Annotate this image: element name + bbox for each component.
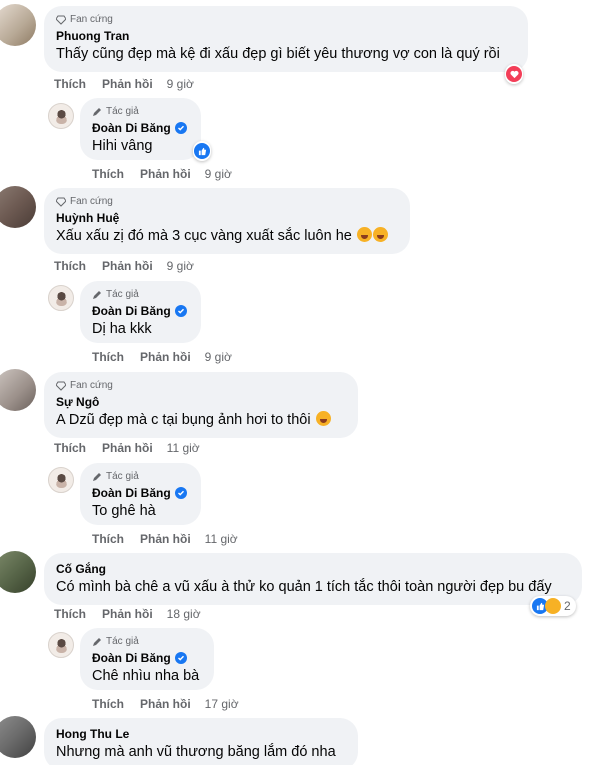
- commenter-name[interactable]: Sự Ngô: [56, 394, 346, 410]
- timestamp[interactable]: 18 giờ: [167, 607, 201, 621]
- reply-bubble: Tác giả Đoàn Di Băng Chê nhìu nha bà: [80, 628, 214, 690]
- avatar[interactable]: [0, 369, 36, 411]
- fan-badge: Fan cứng: [56, 13, 516, 26]
- reply-actions: Thích Phản hồi 9 giờ: [92, 349, 232, 365]
- reply-button[interactable]: Phản hồi: [140, 167, 191, 181]
- reply-text: To ghê hà: [92, 503, 156, 519]
- avatar[interactable]: [0, 186, 36, 228]
- avatar[interactable]: [48, 632, 74, 658]
- like-button[interactable]: Thích: [54, 259, 86, 273]
- avatar[interactable]: [0, 716, 36, 758]
- comment-bubble: Hong Thu Le Nhưng mà anh vũ thương băng …: [44, 718, 358, 765]
- reply-button[interactable]: Phản hồi: [102, 259, 153, 273]
- author-name[interactable]: Đoàn Di Băng: [92, 485, 189, 501]
- avatar[interactable]: [48, 467, 74, 493]
- verified-icon: [174, 487, 187, 499]
- diamond-icon: [56, 15, 66, 25]
- reply-text: Hihi vâng: [92, 138, 153, 154]
- author-badge: Tác giả: [92, 105, 189, 118]
- reply-text: Chê nhìu nha bà: [92, 668, 200, 684]
- reply-text: Dị ha kkk: [92, 321, 152, 337]
- timestamp[interactable]: 9 giờ: [205, 167, 232, 181]
- author-badge: Tác giả: [92, 635, 202, 648]
- avatar[interactable]: [48, 103, 74, 129]
- like-button[interactable]: Thích: [54, 77, 86, 91]
- tongue-emoji-icon: [372, 227, 388, 242]
- timestamp[interactable]: 11 giờ: [167, 441, 200, 455]
- reply-button[interactable]: Phản hồi: [140, 350, 191, 364]
- reaction-badge[interactable]: [505, 64, 523, 84]
- like-button[interactable]: Thích: [92, 350, 124, 364]
- comment-text: Nhưng mà anh vũ thương băng lắm đó nha: [56, 744, 336, 760]
- verified-icon: [174, 122, 187, 134]
- commenter-name[interactable]: Phuong Tran: [56, 28, 516, 44]
- like-reaction-icon: [194, 143, 210, 159]
- reply-bubble: Tác giả Đoàn Di Băng Hihi vâng: [80, 98, 201, 160]
- comment-text: Có mình bà chê a vũ xấu à thử ko quản 1 …: [56, 579, 552, 595]
- reply-actions: Thích Phản hồi 9 giờ: [92, 166, 232, 182]
- timestamp[interactable]: 17 giờ: [205, 697, 239, 711]
- reaction-badge[interactable]: 2: [530, 596, 576, 616]
- author-name[interactable]: Đoàn Di Băng: [92, 303, 189, 319]
- fan-badge: Fan cứng: [56, 195, 398, 208]
- avatar[interactable]: [48, 285, 74, 311]
- reply-bubble: Tác giả Đoàn Di Băng To ghê hà: [80, 463, 201, 525]
- author-name[interactable]: Đoàn Di Băng: [92, 120, 189, 136]
- comment-bubble: Cố Gắng Có mình bà chê a vũ xấu à thử ko…: [44, 553, 582, 605]
- timestamp[interactable]: 9 giờ: [205, 350, 232, 364]
- avatar[interactable]: [0, 4, 36, 46]
- comment-actions: Thích Phản hồi 11 giờ: [54, 440, 200, 456]
- author-badge: Tác giả: [92, 470, 189, 483]
- verified-icon: [174, 305, 187, 317]
- like-button[interactable]: Thích: [54, 607, 86, 621]
- comment-text: Xấu xấu zị đó mà 3 cục vàng xuất sắc luô…: [56, 226, 398, 246]
- pencil-icon: [93, 107, 101, 116]
- reply-button[interactable]: Phản hồi: [102, 607, 153, 621]
- reply-button[interactable]: Phản hồi: [140, 697, 191, 711]
- heart-icon: [506, 66, 522, 82]
- comment-actions: Thích Phản hồi 18 giờ: [54, 606, 201, 622]
- diamond-icon: [56, 381, 66, 391]
- comment-actions: Thích Phản hồi 9 giờ: [54, 258, 194, 274]
- fan-badge: Fan cứng: [56, 379, 346, 392]
- reply-button[interactable]: Phản hồi: [102, 77, 153, 91]
- pencil-icon: [93, 637, 101, 646]
- reply-button[interactable]: Phản hồi: [102, 441, 153, 455]
- reply-bubble: Tác giả Đoàn Di Băng Dị ha kkk: [80, 281, 201, 343]
- reply-button[interactable]: Phản hồi: [140, 532, 191, 546]
- comment-bubble: Fan cứng Phuong Tran Thấy cũng đẹp mà kệ…: [44, 6, 528, 72]
- author-badge: Tác giả: [92, 288, 189, 301]
- timestamp[interactable]: 9 giờ: [167, 77, 194, 91]
- commenter-name[interactable]: Cố Gắng: [56, 561, 570, 577]
- reaction-badge[interactable]: [193, 141, 211, 161]
- diamond-icon: [56, 197, 66, 207]
- reply-actions: Thích Phản hồi 17 giờ: [92, 696, 239, 712]
- comment-actions: Thích Phản hồi 9 giờ: [54, 76, 194, 92]
- reaction-count: 2: [564, 599, 571, 613]
- commenter-name[interactable]: Hong Thu Le: [56, 726, 346, 742]
- haha-reaction-icon: [545, 598, 561, 614]
- like-button[interactable]: Thích: [92, 532, 124, 546]
- commenter-name[interactable]: Huỳnh Huệ: [56, 210, 398, 226]
- comment-bubble: Fan cứng Sự Ngô A Dzũ đẹp mà c tại bụng …: [44, 372, 358, 438]
- like-button[interactable]: Thích: [54, 441, 86, 455]
- laughing-emoji-icon: [315, 411, 331, 426]
- pencil-icon: [93, 290, 101, 299]
- comment-text: A Dzũ đẹp mà c tại bụng ảnh hơi to thôi: [56, 410, 346, 430]
- like-button[interactable]: Thích: [92, 167, 124, 181]
- timestamp[interactable]: 9 giờ: [167, 259, 194, 273]
- reply-actions: Thích Phản hồi 11 giờ: [92, 531, 238, 547]
- verified-icon: [174, 652, 187, 664]
- comment-bubble: Fan cứng Huỳnh Huệ Xấu xấu zị đó mà 3 cụ…: [44, 188, 410, 254]
- like-button[interactable]: Thích: [92, 697, 124, 711]
- author-name[interactable]: Đoàn Di Băng: [92, 650, 202, 666]
- pencil-icon: [93, 472, 101, 481]
- tongue-emoji-icon: [356, 227, 372, 242]
- comment-text: Thấy cũng đẹp mà kệ đi xấu đẹp gì biết y…: [56, 46, 500, 62]
- timestamp[interactable]: 11 giờ: [205, 532, 238, 546]
- avatar[interactable]: [0, 551, 36, 593]
